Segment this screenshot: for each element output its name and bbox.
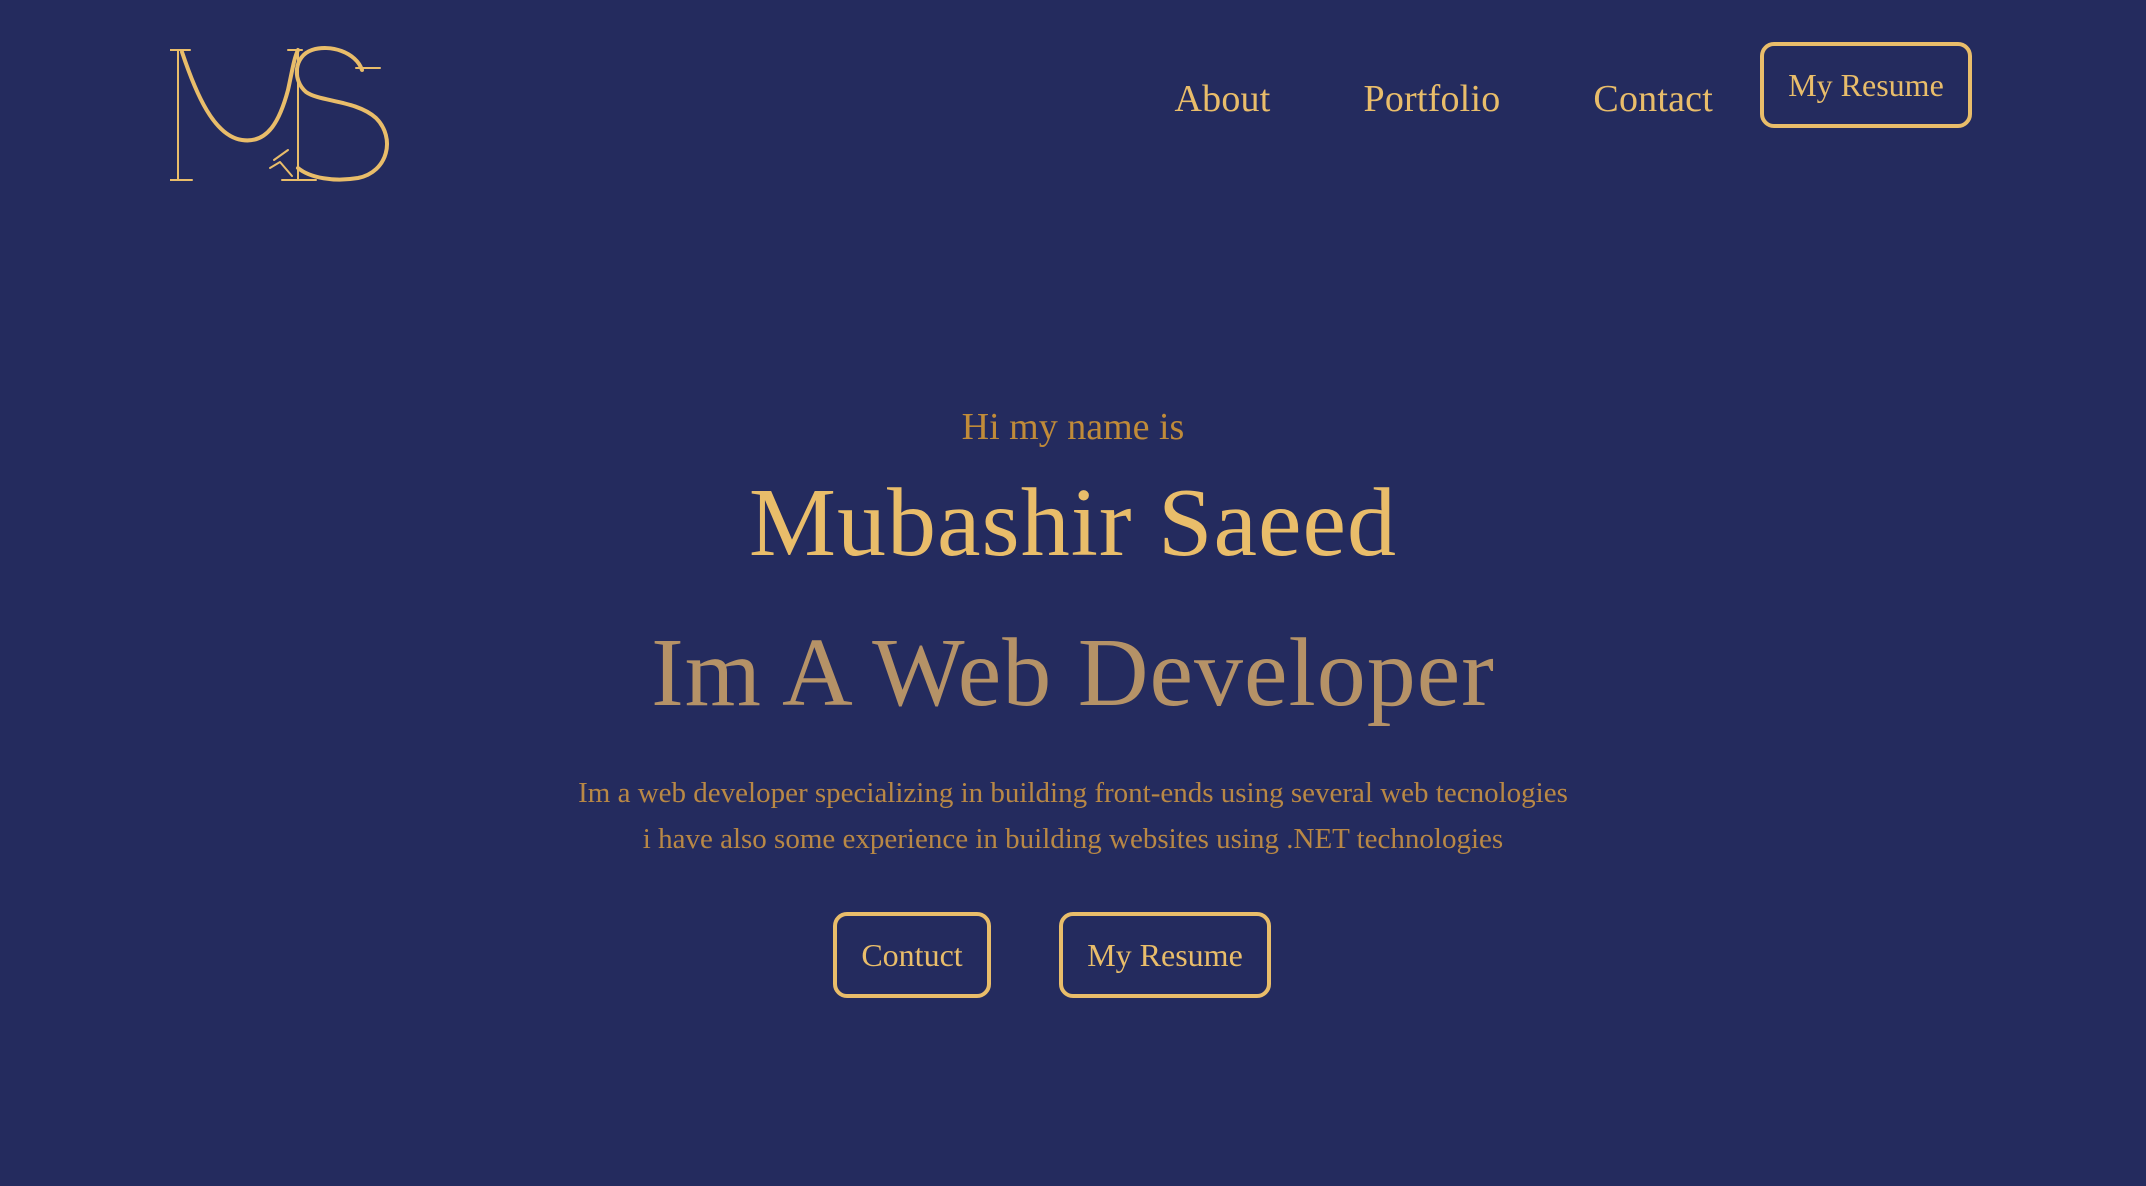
hero-contact-button[interactable]: Contuct: [833, 912, 991, 998]
main-nav: About Portfolio Contact My Resume: [1174, 42, 1972, 128]
nav-portfolio-link[interactable]: Portfolio: [1363, 80, 1500, 118]
hero-resume-button[interactable]: My Resume: [1059, 912, 1271, 998]
hero-actions: Contuct My Resume: [0, 912, 2125, 998]
hero-role: Im A Web Developer: [651, 619, 1495, 727]
header-resume-button[interactable]: My Resume: [1760, 42, 1972, 128]
hero-section: Hi my name is Mubashir Saeed Im A Web De…: [0, 408, 2146, 998]
site-logo[interactable]: [167, 42, 392, 194]
hero-name: Mubashir Saeed: [748, 469, 1398, 577]
nav-about-link[interactable]: About: [1174, 80, 1270, 118]
nav-contact-link[interactable]: Contact: [1593, 80, 1713, 118]
description-line-2: i have also some experience in building …: [642, 823, 1504, 855]
hero-description: Im a web developer specializing in build…: [0, 770, 2146, 862]
intro-text: Hi my name is: [961, 406, 1185, 448]
description-line-1: Im a web developer specializing in build…: [578, 777, 1568, 809]
